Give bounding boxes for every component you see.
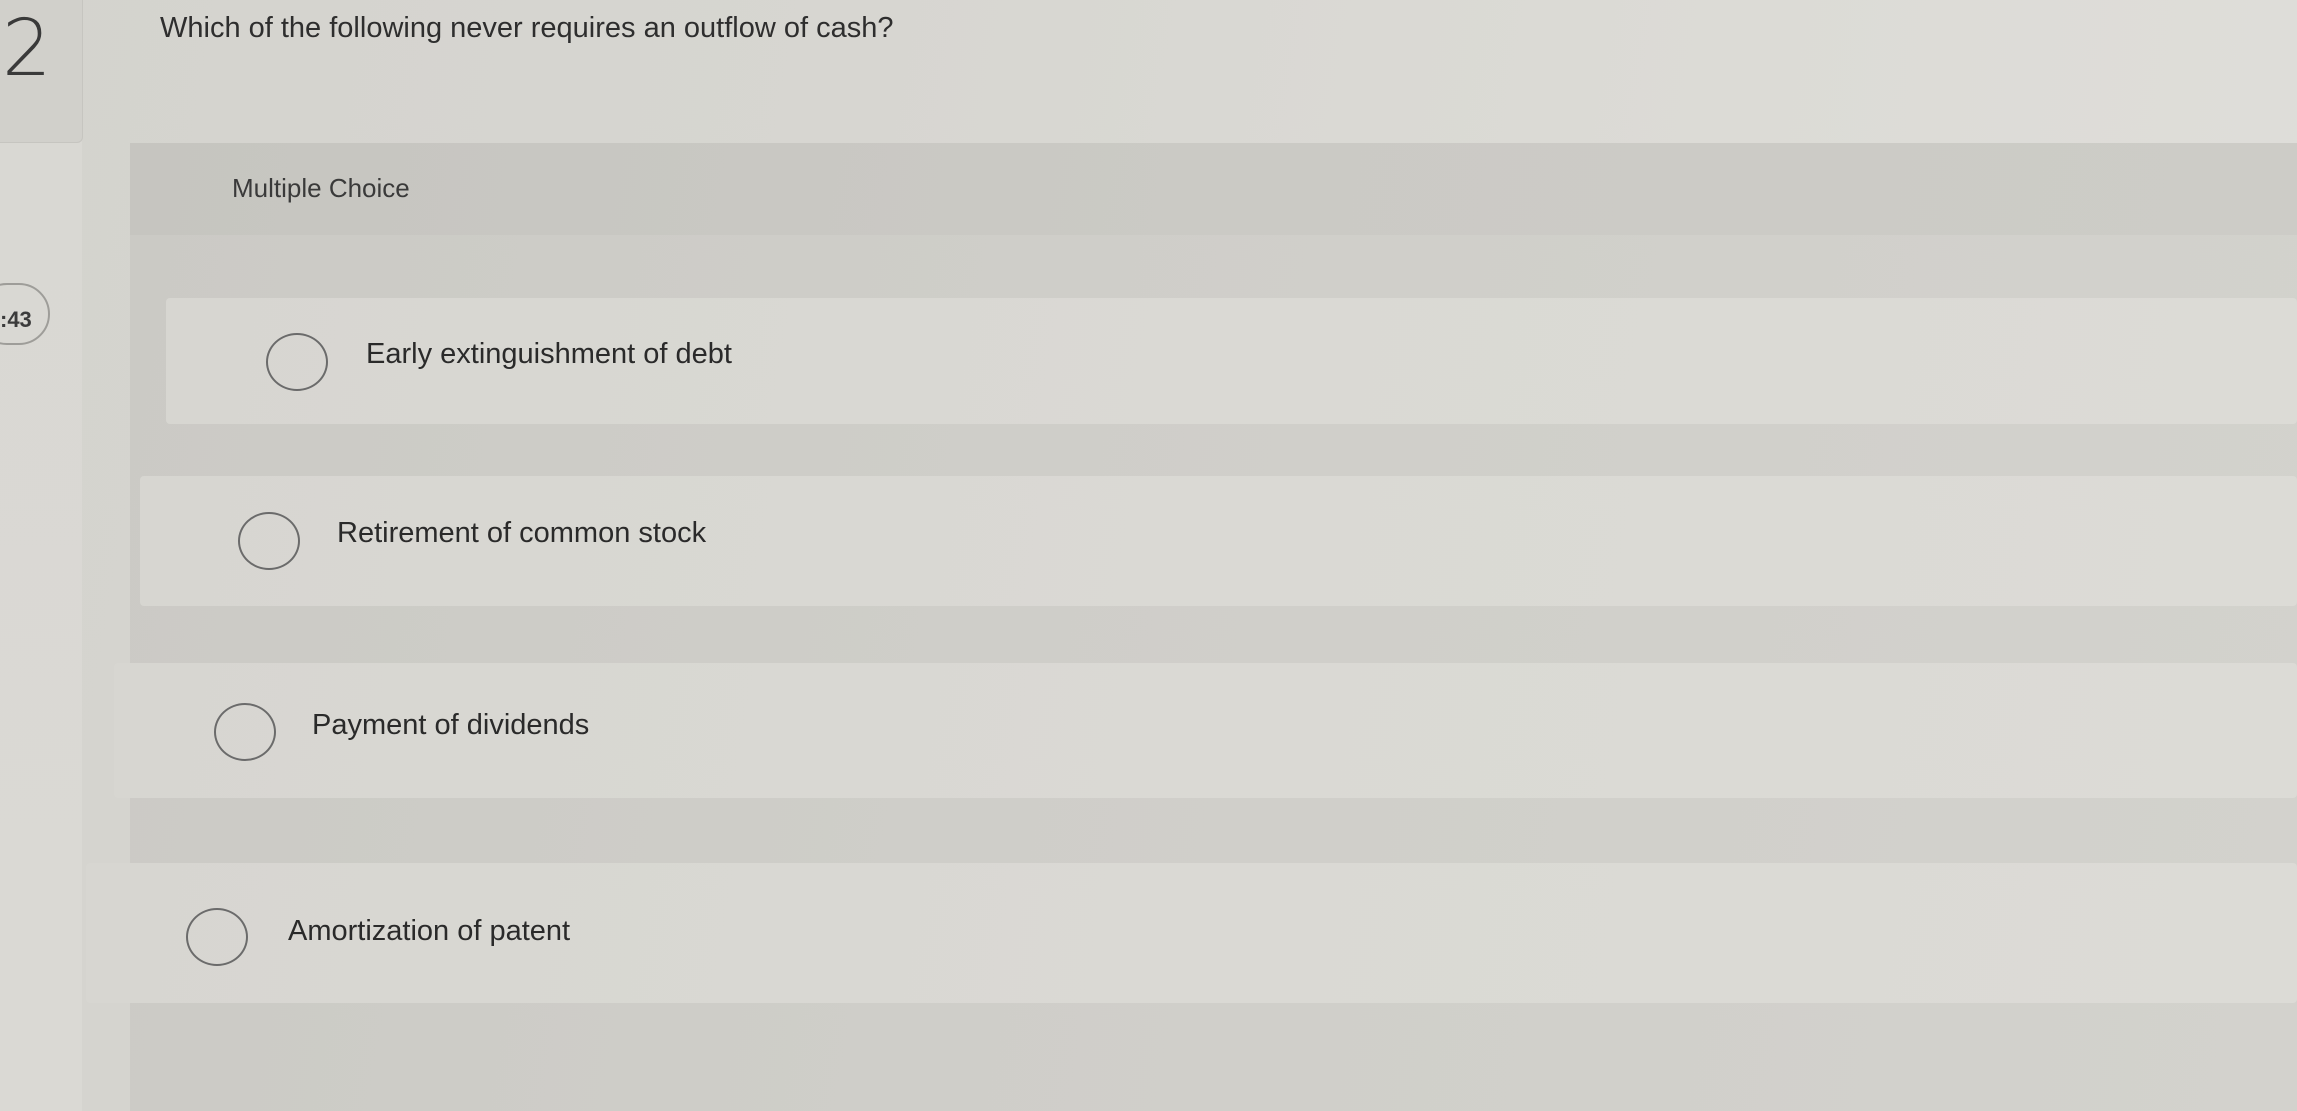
choice-option-early-extinguishment[interactable]: Early extinguishment of debt — [166, 298, 2297, 424]
left-rail — [0, 0, 82, 1111]
choice-label: Retirement of common stock — [337, 517, 707, 549]
choice-label: Payment of dividends — [312, 709, 590, 741]
choice-option-payment-dividends[interactable]: Payment of dividends — [114, 663, 2297, 798]
radio-button[interactable] — [214, 703, 276, 761]
choice-label: Early extinguishment of debt — [366, 338, 732, 370]
radio-button[interactable] — [238, 512, 300, 570]
question-number-box: 2 — [0, 0, 83, 143]
choice-option-retirement-common-stock[interactable]: Retirement of common stock — [140, 476, 2297, 606]
question-type-label: Multiple Choice — [232, 173, 410, 203]
radio-button[interactable] — [186, 908, 248, 966]
question-number: 2 — [2, 4, 52, 94]
question-prompt: Which of the following never requires an… — [160, 12, 894, 44]
answer-panel: Multiple Choice Early extinguishment of … — [86, 143, 2297, 1111]
question-type-header: Multiple Choice — [130, 143, 2297, 235]
choice-label: Amortization of patent — [288, 915, 571, 947]
points-badge-text: :43 — [0, 307, 32, 332]
radio-button[interactable] — [266, 333, 328, 391]
choice-option-amortization-patent[interactable]: Amortization of patent — [86, 863, 2297, 1003]
